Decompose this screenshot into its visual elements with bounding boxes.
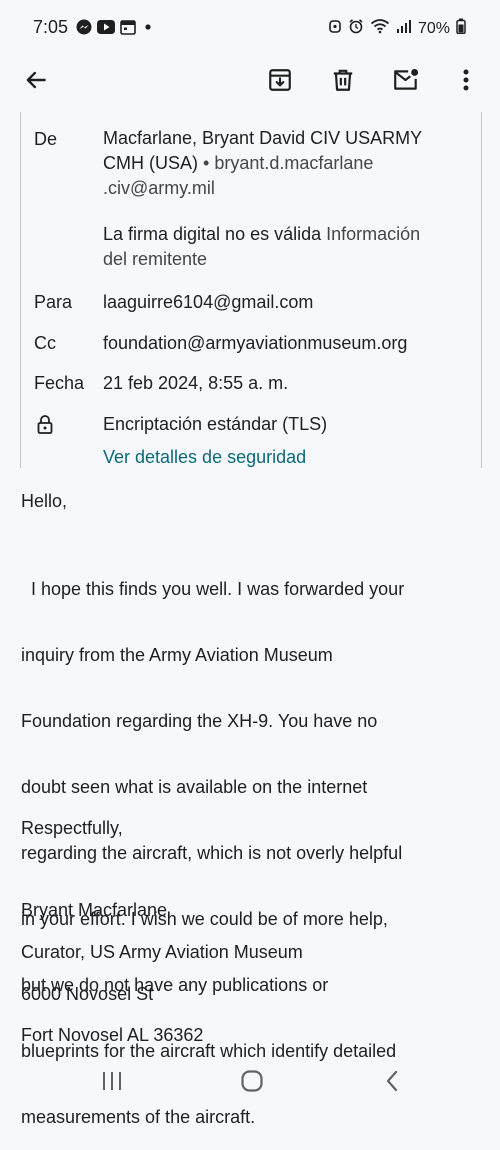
youtube-icon	[97, 20, 115, 39]
calendar-icon	[120, 19, 136, 40]
signature-city: Fort Novosel AL 36362	[21, 1025, 204, 1045]
home-icon	[241, 1070, 263, 1092]
delete-button[interactable]	[323, 62, 363, 102]
to-label: Para	[34, 292, 73, 312]
paragraph-line: Foundation regarding the XH-9. You have …	[21, 711, 378, 731]
signature-street: 6000 Novosel St	[21, 984, 154, 1004]
from-value[interactable]: Macfarlane, Bryant David CIV USARMY CMH …	[103, 126, 473, 201]
notification-icons	[76, 19, 153, 40]
signature-name: Bryant Macfarlane	[21, 900, 168, 920]
mark-unread-button[interactable]	[386, 62, 426, 102]
date-label: Fecha	[34, 373, 85, 393]
archive-button[interactable]	[260, 62, 300, 102]
sender-info-link-line2[interactable]: del remitente	[103, 247, 473, 272]
signature-title: Curator, US Army Aviation Museum	[21, 942, 303, 962]
recent-apps-button[interactable]	[101, 1070, 123, 1097]
from-email-part2: .civ@army.mil	[103, 178, 215, 198]
status-time: 7:05	[33, 17, 69, 37]
back-button[interactable]	[16, 62, 56, 102]
paragraph-line: inquiry from the Army Aviation Museum	[21, 645, 333, 665]
to-value[interactable]: laaguirre6104@gmail.com	[103, 290, 473, 315]
dot-icon	[141, 19, 153, 40]
from-label: De	[34, 129, 58, 149]
battery-icon	[456, 18, 466, 39]
from-name-line1: Macfarlane, Bryant David CIV USARMY	[103, 128, 423, 148]
from-line2: CMH (USA) • bryant.d.macfarlane	[103, 151, 473, 176]
lock-icon	[37, 414, 53, 439]
trash-icon	[330, 67, 356, 98]
arrow-left-icon	[23, 67, 49, 98]
more-options-button[interactable]	[446, 62, 486, 102]
nav-back-button[interactable]	[384, 1069, 400, 1098]
battery-percent: 70%	[417, 19, 450, 37]
encryption-text: Encriptación estándar (TLS)	[103, 414, 328, 434]
signal-icon	[396, 18, 412, 39]
from-email-part1: bryant.d.macfarlane	[214, 153, 374, 173]
dnd-icon	[328, 18, 342, 39]
home-button[interactable]	[240, 1069, 264, 1098]
system-icons: 70%	[328, 18, 466, 39]
paragraph-line: regarding the aircraft, which is not ove…	[21, 843, 403, 863]
alarm-icon	[348, 18, 364, 39]
wifi-icon	[370, 18, 390, 39]
cc-label: Cc	[34, 333, 56, 353]
sender-info-link[interactable]: Información	[326, 224, 420, 244]
more-vert-icon	[462, 68, 470, 97]
paragraph-line: doubt seen what is available on the inte…	[21, 777, 368, 797]
signature-invalid-text: La firma digital no es válida	[103, 224, 322, 244]
recent-apps-icon	[103, 1072, 121, 1090]
security-details-link[interactable]: Ver detalles de seguridad	[103, 445, 473, 470]
mail-unread-icon	[392, 67, 420, 98]
system-navigation-bar	[0, 1050, 500, 1112]
date-value: 21 feb 2024, 8:55 a. m.	[103, 373, 289, 393]
message-details: De Macfarlane, Bryant David CIV USARMY C…	[20, 112, 482, 468]
from-name-line2: CMH (USA)	[103, 153, 198, 173]
cc-value[interactable]: foundation@armyaviationmuseum.org	[103, 331, 473, 356]
app-bar	[0, 56, 500, 112]
paragraph-line: I hope this finds you well. I was forwar…	[21, 579, 405, 599]
status-bar: 7:05 70%	[0, 0, 500, 56]
greeting: Hello,	[21, 491, 68, 511]
from-separator: •	[198, 153, 215, 173]
messenger-icon	[76, 19, 92, 40]
archive-icon	[267, 67, 293, 98]
closing: Respectfully,	[21, 818, 123, 838]
signature-status: La firma digital no es válida Informació…	[103, 222, 473, 272]
chevron-left-icon	[386, 1070, 398, 1092]
